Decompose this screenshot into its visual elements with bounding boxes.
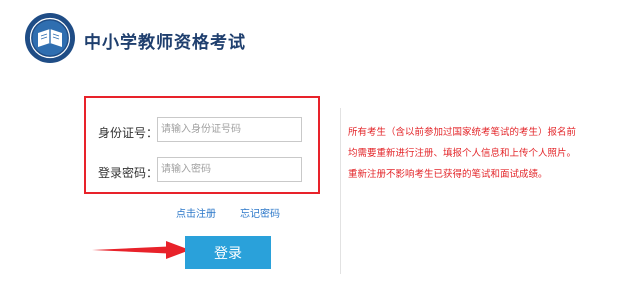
password-input[interactable] [157, 157, 302, 182]
password-label: 登录密码： [98, 166, 159, 180]
notice-line: 所有考生（含以前参加过国家统考笔试的考生）报名前 [348, 127, 577, 138]
forgot-password-link[interactable]: 忘记密码 [240, 205, 280, 220]
notice-line: 均需要重新进行注册、填报个人信息和上传个人照片。 [348, 148, 577, 159]
site-title: 中小学教师资格考试 [84, 33, 246, 53]
teacher-exam-emblem-icon [25, 13, 75, 63]
id-number-input[interactable] [157, 117, 302, 142]
login-button[interactable]: 登录 [185, 236, 271, 269]
vertical-divider [340, 108, 341, 274]
register-link[interactable]: 点击注册 [176, 205, 216, 220]
arrow-right-icon [92, 241, 190, 259]
id-number-label: 身份证号： [98, 126, 159, 140]
notice-line: 重新注册不影响考生已获得的笔试和面试成绩。 [348, 169, 548, 180]
registration-notice: 所有考生（含以前参加过国家统考笔试的考生）报名前 均需要重新进行注册、填报个人信… [348, 122, 640, 185]
